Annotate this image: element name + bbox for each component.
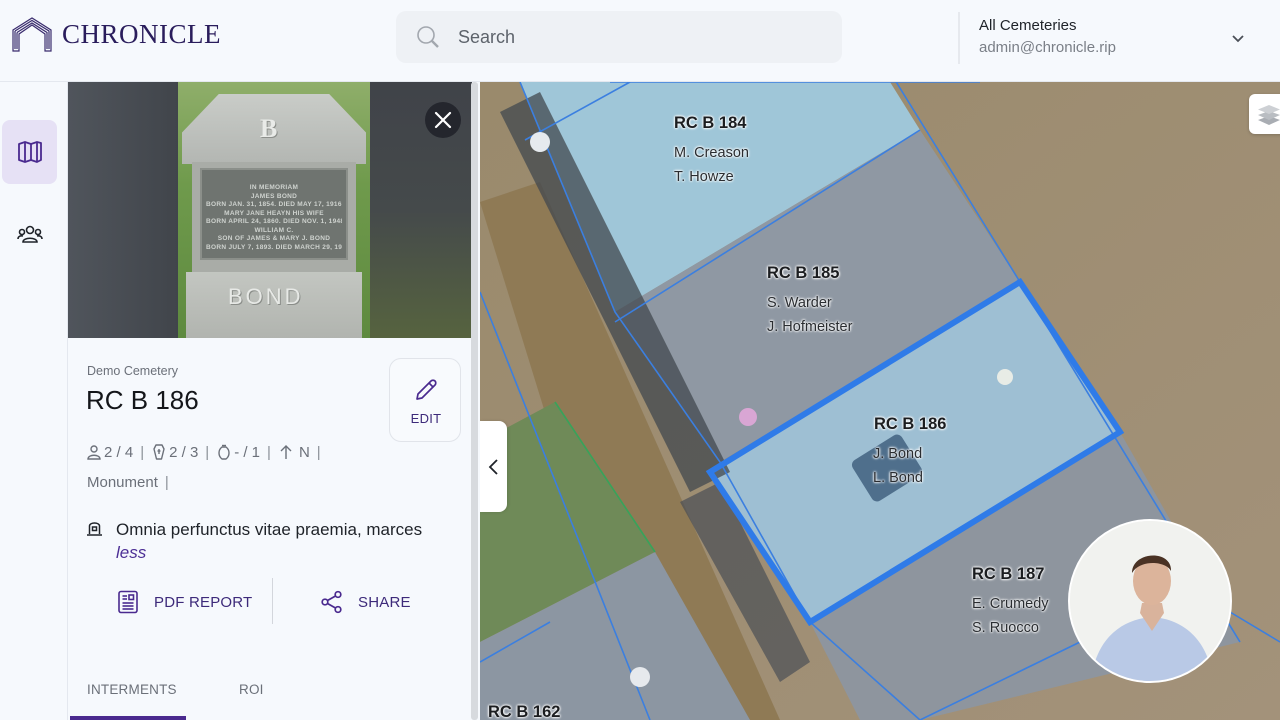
action-divider: [272, 578, 273, 624]
stat-separator: |: [205, 443, 210, 461]
share-icon: [321, 590, 342, 614]
plot-type: Monument: [87, 474, 158, 491]
photo-backdrop-left: [68, 82, 178, 338]
edit-label: EDIT: [410, 411, 442, 426]
plot-title: RC B 186: [86, 385, 199, 415]
map-layers-button[interactable]: [1249, 94, 1280, 134]
chevron-left-icon: [488, 458, 498, 475]
plot-occupant: L. Bond: [873, 470, 923, 486]
plot-stats: 2 / 4 | 2 / 3 | - / 1 | N |: [86, 442, 328, 462]
headstone-icon: [87, 522, 102, 536]
coffin-icon: [153, 444, 165, 460]
epitaph-text: Omnia perfunctus vitae praemia, marces: [116, 520, 423, 539]
nav-rail: [0, 82, 68, 720]
cemetery-scope: All Cemeteries: [979, 17, 1077, 34]
pencil-icon: [416, 379, 437, 400]
plaque-line: WILLIAM C.: [254, 226, 294, 234]
layers-icon: [1258, 105, 1280, 125]
flowers: [530, 132, 550, 152]
stat-separator: |: [140, 443, 145, 461]
plot-photo[interactable]: B IN MEMORIAM JAMES BOND BORN JAN. 31, 1…: [68, 82, 472, 338]
plot-occupant: T. Howze: [674, 169, 734, 185]
interments-stat: 2 / 4: [86, 444, 133, 461]
account-switcher[interactable]: All Cemeteries admin@chronicle.rip: [958, 12, 1268, 64]
cemetery-name: Demo Cemetery: [87, 364, 178, 378]
tab-roi[interactable]: ROI: [239, 682, 264, 697]
plaque-line: IN MEMORIAM: [249, 184, 299, 191]
plot-occupant: E. Crumedy: [972, 596, 1049, 612]
plot-label-selected[interactable]: RC B 186: [874, 415, 946, 434]
flowers: [997, 369, 1013, 385]
stat-separator: |: [316, 443, 321, 461]
monument-letter: B: [260, 114, 278, 143]
arrow-up-icon: [280, 445, 292, 459]
orientation-value: N: [298, 443, 310, 461]
urns-stat: - / 1: [216, 444, 260, 461]
plot-label[interactable]: RC B 185: [767, 264, 839, 283]
plot-label[interactable]: RC B 184: [674, 114, 746, 133]
plaque-line: JAMES BOND: [250, 192, 298, 200]
search-input[interactable]: [458, 11, 828, 63]
collapse-panel-button[interactable]: [480, 421, 507, 512]
tab-interments[interactable]: INTERMENTS: [87, 682, 177, 697]
panel-scrollbar[interactable]: [471, 82, 478, 720]
plot-detail-panel: B IN MEMORIAM JAMES BOND BORN JAN. 31, 1…: [68, 82, 480, 720]
search-icon: [417, 26, 439, 48]
plaque-line: BORN APRIL 24, 1860. DIED NOV. 1, 1948.: [206, 218, 342, 225]
plaque-line: MARY JANE HEAYN HIS WIFE: [224, 209, 324, 217]
plot-actions: PDF REPORT SHARE: [68, 578, 472, 626]
interments-count: 2 / 4: [104, 443, 134, 461]
pdf-report-button[interactable]: PDF REPORT: [116, 578, 252, 626]
panel-tabs: INTERMENTS ROI: [68, 672, 472, 720]
plot-label[interactable]: RC B 187: [972, 565, 1044, 584]
account-email: admin@chronicle.rip: [979, 39, 1116, 56]
plot-occupant: J. Bond: [873, 446, 923, 462]
plot-type-row: Monument |: [87, 474, 176, 491]
chronicle-logo-icon: [12, 17, 52, 52]
stat-separator: |: [164, 474, 169, 491]
chevron-down-icon: [1232, 35, 1244, 43]
users-icon: [16, 225, 43, 243]
presenter-video: [1068, 519, 1232, 683]
app-root: CHRONICLE All Cemeteries admin@chronicle…: [0, 0, 1280, 720]
edit-button[interactable]: EDIT: [389, 358, 461, 442]
monument-plaque: IN MEMORIAM JAMES BOND BORN JAN. 31, 185…: [200, 168, 348, 260]
close-icon: [434, 111, 452, 129]
plaque-line: BORN JAN. 31, 1854. DIED MAY 17, 1916.: [206, 201, 342, 208]
document-icon: [118, 590, 138, 614]
coffins-count: 2 / 3: [169, 443, 199, 461]
nav-map[interactable]: [2, 120, 57, 184]
presenter-avatar-icon: [1070, 521, 1230, 681]
flowers: [739, 408, 757, 426]
share-label: SHARE: [358, 593, 411, 611]
close-photo-button[interactable]: [425, 102, 461, 138]
plaque-line: SON OF JAMES & MARY J. BOND: [217, 235, 331, 242]
cemetery-map[interactable]: RC B 184 M. Creason T. Howze RC B 185 S.…: [480, 82, 1280, 720]
search-box: [396, 11, 842, 63]
show-less-link[interactable]: less: [116, 543, 146, 563]
headstone-photo: B IN MEMORIAM JAMES BOND BORN JAN. 31, 1…: [178, 82, 370, 338]
stat-separator: |: [267, 443, 271, 461]
brand-name: CHRONICLE: [62, 18, 221, 49]
pdf-report-label: PDF REPORT: [154, 593, 253, 611]
urn-icon: [218, 444, 230, 460]
plaque-line: BORN JULY 7, 1893. DIED MARCH 29, 1961.: [206, 243, 342, 251]
active-tab-indicator: [70, 716, 186, 720]
share-button[interactable]: SHARE: [320, 578, 411, 626]
monument-base-text: BOND: [228, 284, 304, 309]
header: CHRONICLE All Cemeteries admin@chronicle…: [0, 0, 1280, 82]
plot-occupant: S. Ruocco: [972, 620, 1039, 636]
person-icon: [87, 445, 101, 460]
urns-count: - / 1: [234, 443, 261, 461]
plot-occupant: J. Hofmeister: [767, 319, 853, 335]
nav-people[interactable]: [2, 202, 57, 266]
plot-label[interactable]: RC B 162: [488, 703, 560, 720]
coffins-stat: 2 / 3: [151, 444, 198, 461]
flowers: [630, 667, 650, 687]
plot-occupant: S. Warder: [767, 295, 832, 311]
orientation-stat: N: [278, 444, 310, 461]
map-icon: [17, 141, 42, 163]
brand-logo[interactable]: CHRONICLE: [12, 16, 221, 52]
plot-occupant: M. Creason: [674, 145, 749, 161]
